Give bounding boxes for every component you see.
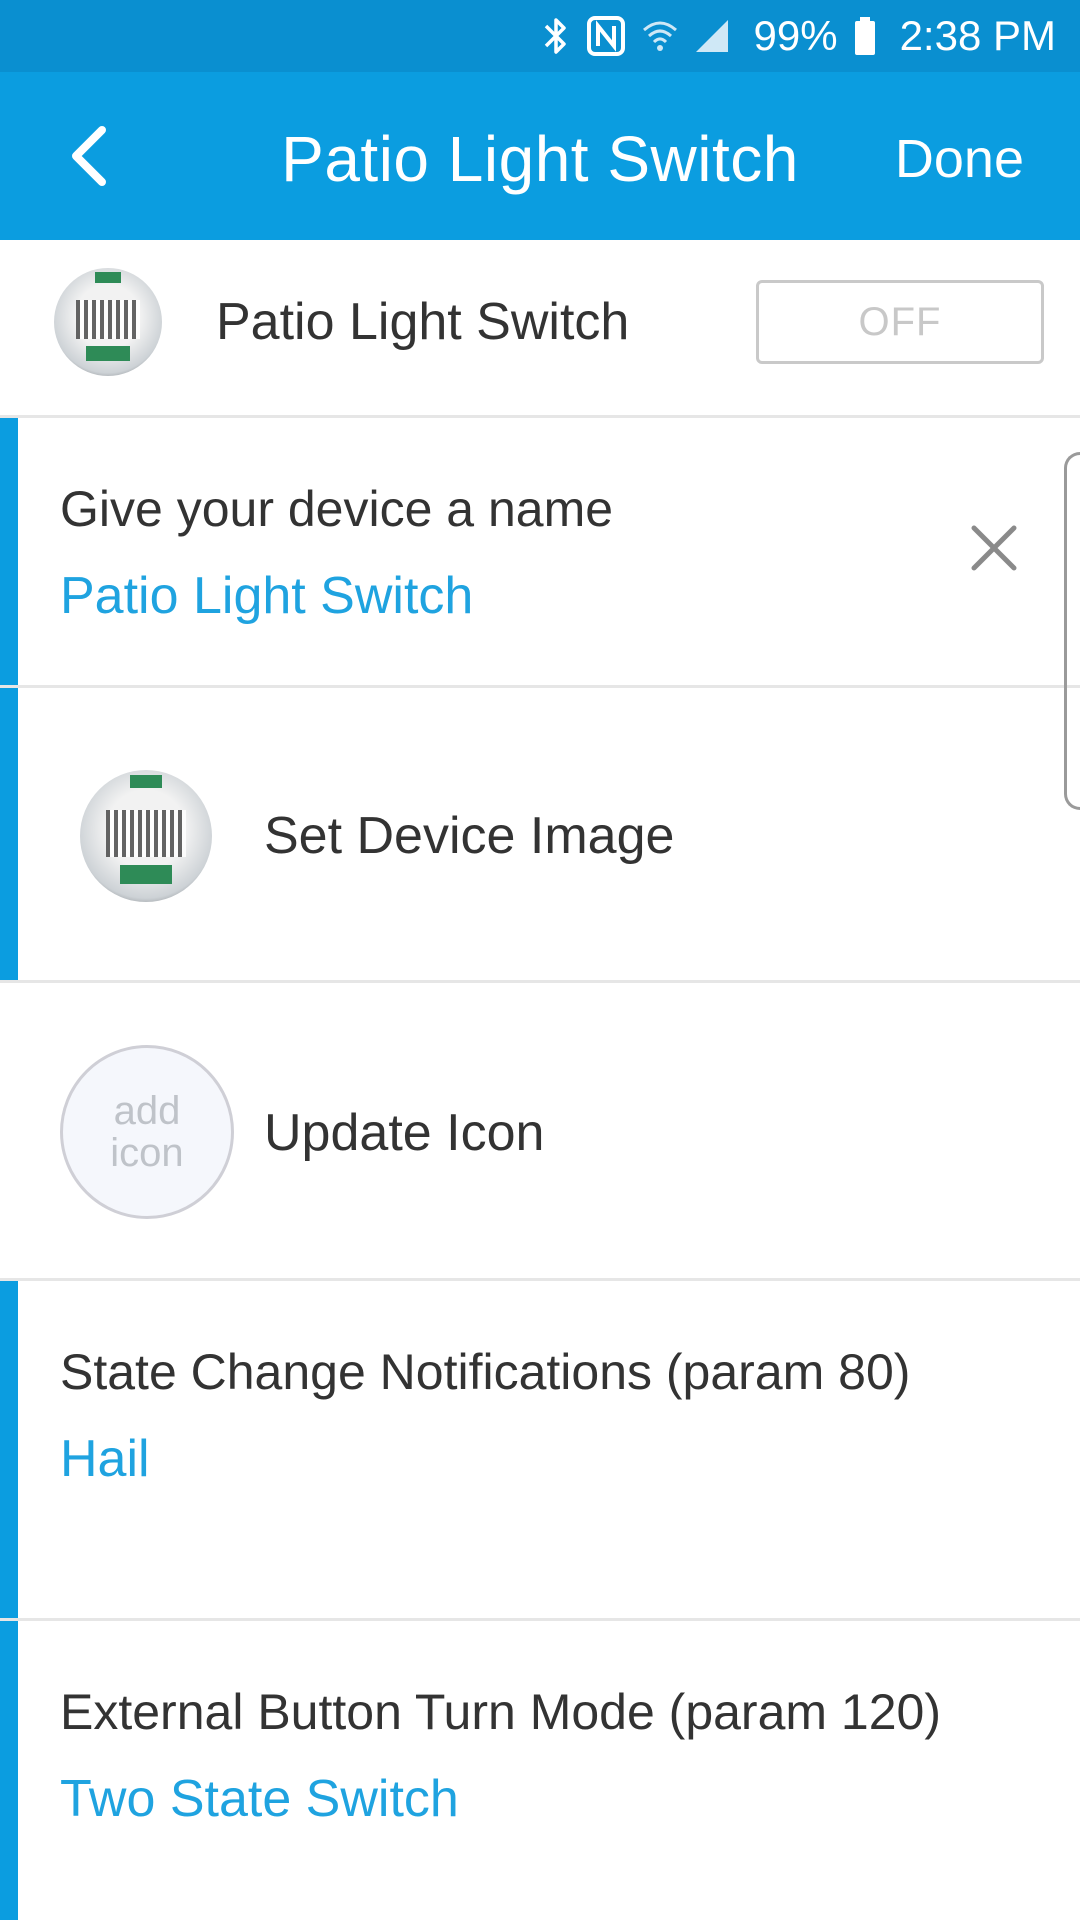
battery-icon: [854, 17, 875, 55]
battery-percent: 99%: [753, 12, 838, 59]
set-device-image-label: Set Device Image: [264, 807, 675, 865]
nfc-icon: [586, 16, 625, 56]
wifi-icon: [642, 21, 677, 51]
device-name: Patio Light Switch: [216, 293, 630, 351]
bluetooth-icon: [544, 18, 566, 54]
update-icon-label: Update Icon: [264, 1104, 545, 1162]
set-device-image-row[interactable]: Set Device Image: [0, 688, 1080, 983]
device-thumbnail: [54, 268, 162, 376]
status-icons: 99% 2:38 PM: [542, 12, 1056, 60]
close-icon: [971, 525, 1017, 571]
add-icon-placeholder[interactable]: add icon: [60, 1045, 234, 1219]
name-setting-row[interactable]: Give your device a name Patio Light Swit…: [0, 418, 1080, 688]
device-name-value[interactable]: Patio Light Switch: [60, 566, 473, 626]
state-change-notifications-row[interactable]: State Change Notifications (param 80) Ha…: [0, 1281, 1080, 1621]
cellular-signal-icon: [695, 20, 728, 52]
app-bar: Patio Light Switch Done: [0, 72, 1080, 240]
update-icon-row[interactable]: add icon Update Icon: [0, 983, 1080, 1281]
status-time: 2:38 PM: [899, 12, 1056, 59]
add-icon-text: add icon: [110, 1089, 184, 1175]
done-button[interactable]: Done: [895, 128, 1024, 190]
external-button-mode-value: Two State Switch: [60, 1770, 459, 1828]
scrollbar[interactable]: [1064, 452, 1080, 810]
clear-name-button[interactable]: [964, 518, 1024, 578]
status-bar: 99% 2:38 PM: [0, 0, 1080, 72]
state-change-notifications-value: Hail: [60, 1430, 150, 1488]
name-setting-label: Give your device a name: [60, 481, 614, 537]
power-toggle[interactable]: OFF: [756, 280, 1044, 364]
state-change-notifications-label: State Change Notifications (param 80): [60, 1344, 911, 1400]
device-header: Patio Light Switch OFF: [0, 240, 1080, 418]
device-image: [80, 770, 212, 902]
external-button-mode-label: External Button Turn Mode (param 120): [60, 1684, 942, 1740]
external-button-mode-row[interactable]: External Button Turn Mode (param 120) Tw…: [0, 1621, 1080, 1920]
